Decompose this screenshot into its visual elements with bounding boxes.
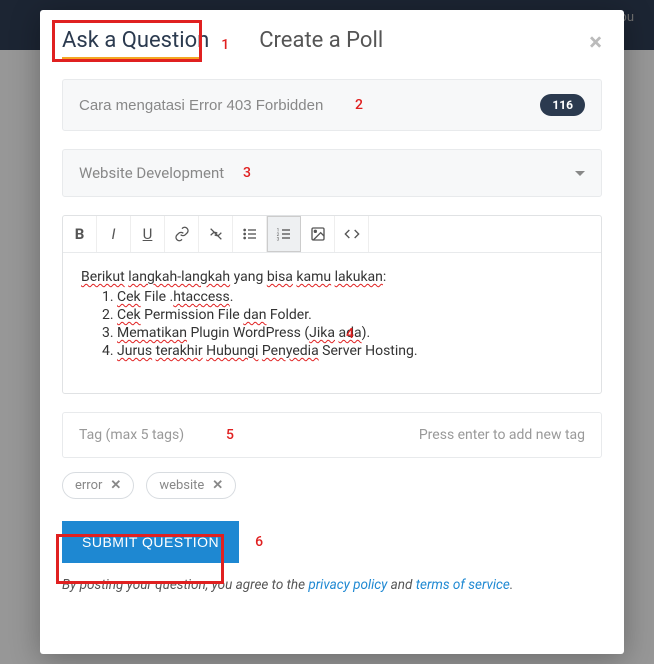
- tag-chip-error[interactable]: error✕: [62, 472, 134, 499]
- editor-content[interactable]: Berikut langkah-langkah yang bisa kamu l…: [63, 253, 601, 393]
- bold-button[interactable]: B: [63, 216, 97, 252]
- remove-tag-icon[interactable]: ✕: [212, 478, 223, 493]
- tag-chip-website[interactable]: website✕: [146, 472, 236, 499]
- annotation-3: 3: [243, 165, 251, 181]
- chevron-down-icon: [575, 171, 585, 176]
- link-button[interactable]: [165, 216, 199, 252]
- tag-placeholder: Tag (max 5 tags): [79, 427, 184, 443]
- annotation-1: 1: [221, 37, 229, 53]
- question-title-field[interactable]: 2 116: [62, 79, 602, 131]
- category-selected-label: Website Development: [79, 164, 224, 182]
- submit-question-button[interactable]: SUBMIT QUESTION: [62, 521, 239, 563]
- char-count-badge: 116: [540, 94, 585, 116]
- annotation-6: 6: [255, 534, 263, 550]
- bullet-list-button[interactable]: [233, 216, 267, 252]
- ask-question-modal: Ask a Question 1 Create a Poll × 2 116 W…: [40, 10, 624, 654]
- privacy-policy-link[interactable]: privacy policy: [308, 577, 387, 593]
- modal-tabs: Ask a Question 1 Create a Poll: [62, 28, 602, 61]
- code-button[interactable]: [335, 216, 369, 252]
- terms-link[interactable]: terms of service: [416, 577, 510, 593]
- tab-create-poll[interactable]: Create a Poll: [259, 28, 383, 61]
- italic-button[interactable]: I: [97, 216, 131, 252]
- annotation-4: 4: [346, 326, 354, 342]
- tag-input-field[interactable]: Tag (max 5 tags) 5 Press enter to add ne…: [62, 412, 602, 458]
- tag-hint: Press enter to add new tag: [419, 427, 585, 443]
- rich-text-editor: B I U 123 Berikut langkah-: [62, 215, 602, 394]
- question-title-input[interactable]: [79, 97, 459, 114]
- annotation-2: 2: [355, 97, 363, 113]
- category-select[interactable]: Website Development 3: [62, 149, 602, 197]
- unlink-button[interactable]: [199, 216, 233, 252]
- numbered-list-button[interactable]: 123: [267, 216, 301, 252]
- remove-tag-icon[interactable]: ✕: [110, 478, 121, 493]
- footer-disclaimer: By posting your question, you agree to t…: [62, 577, 602, 593]
- image-button[interactable]: [301, 216, 335, 252]
- annotation-5: 5: [226, 427, 234, 443]
- active-tab-underline: [62, 57, 202, 61]
- underline-button[interactable]: U: [131, 216, 165, 252]
- close-icon[interactable]: ×: [589, 28, 602, 56]
- svg-text:3: 3: [277, 237, 280, 242]
- editor-toolbar: B I U 123: [63, 216, 601, 253]
- tags-list: error✕ website✕: [62, 472, 602, 499]
